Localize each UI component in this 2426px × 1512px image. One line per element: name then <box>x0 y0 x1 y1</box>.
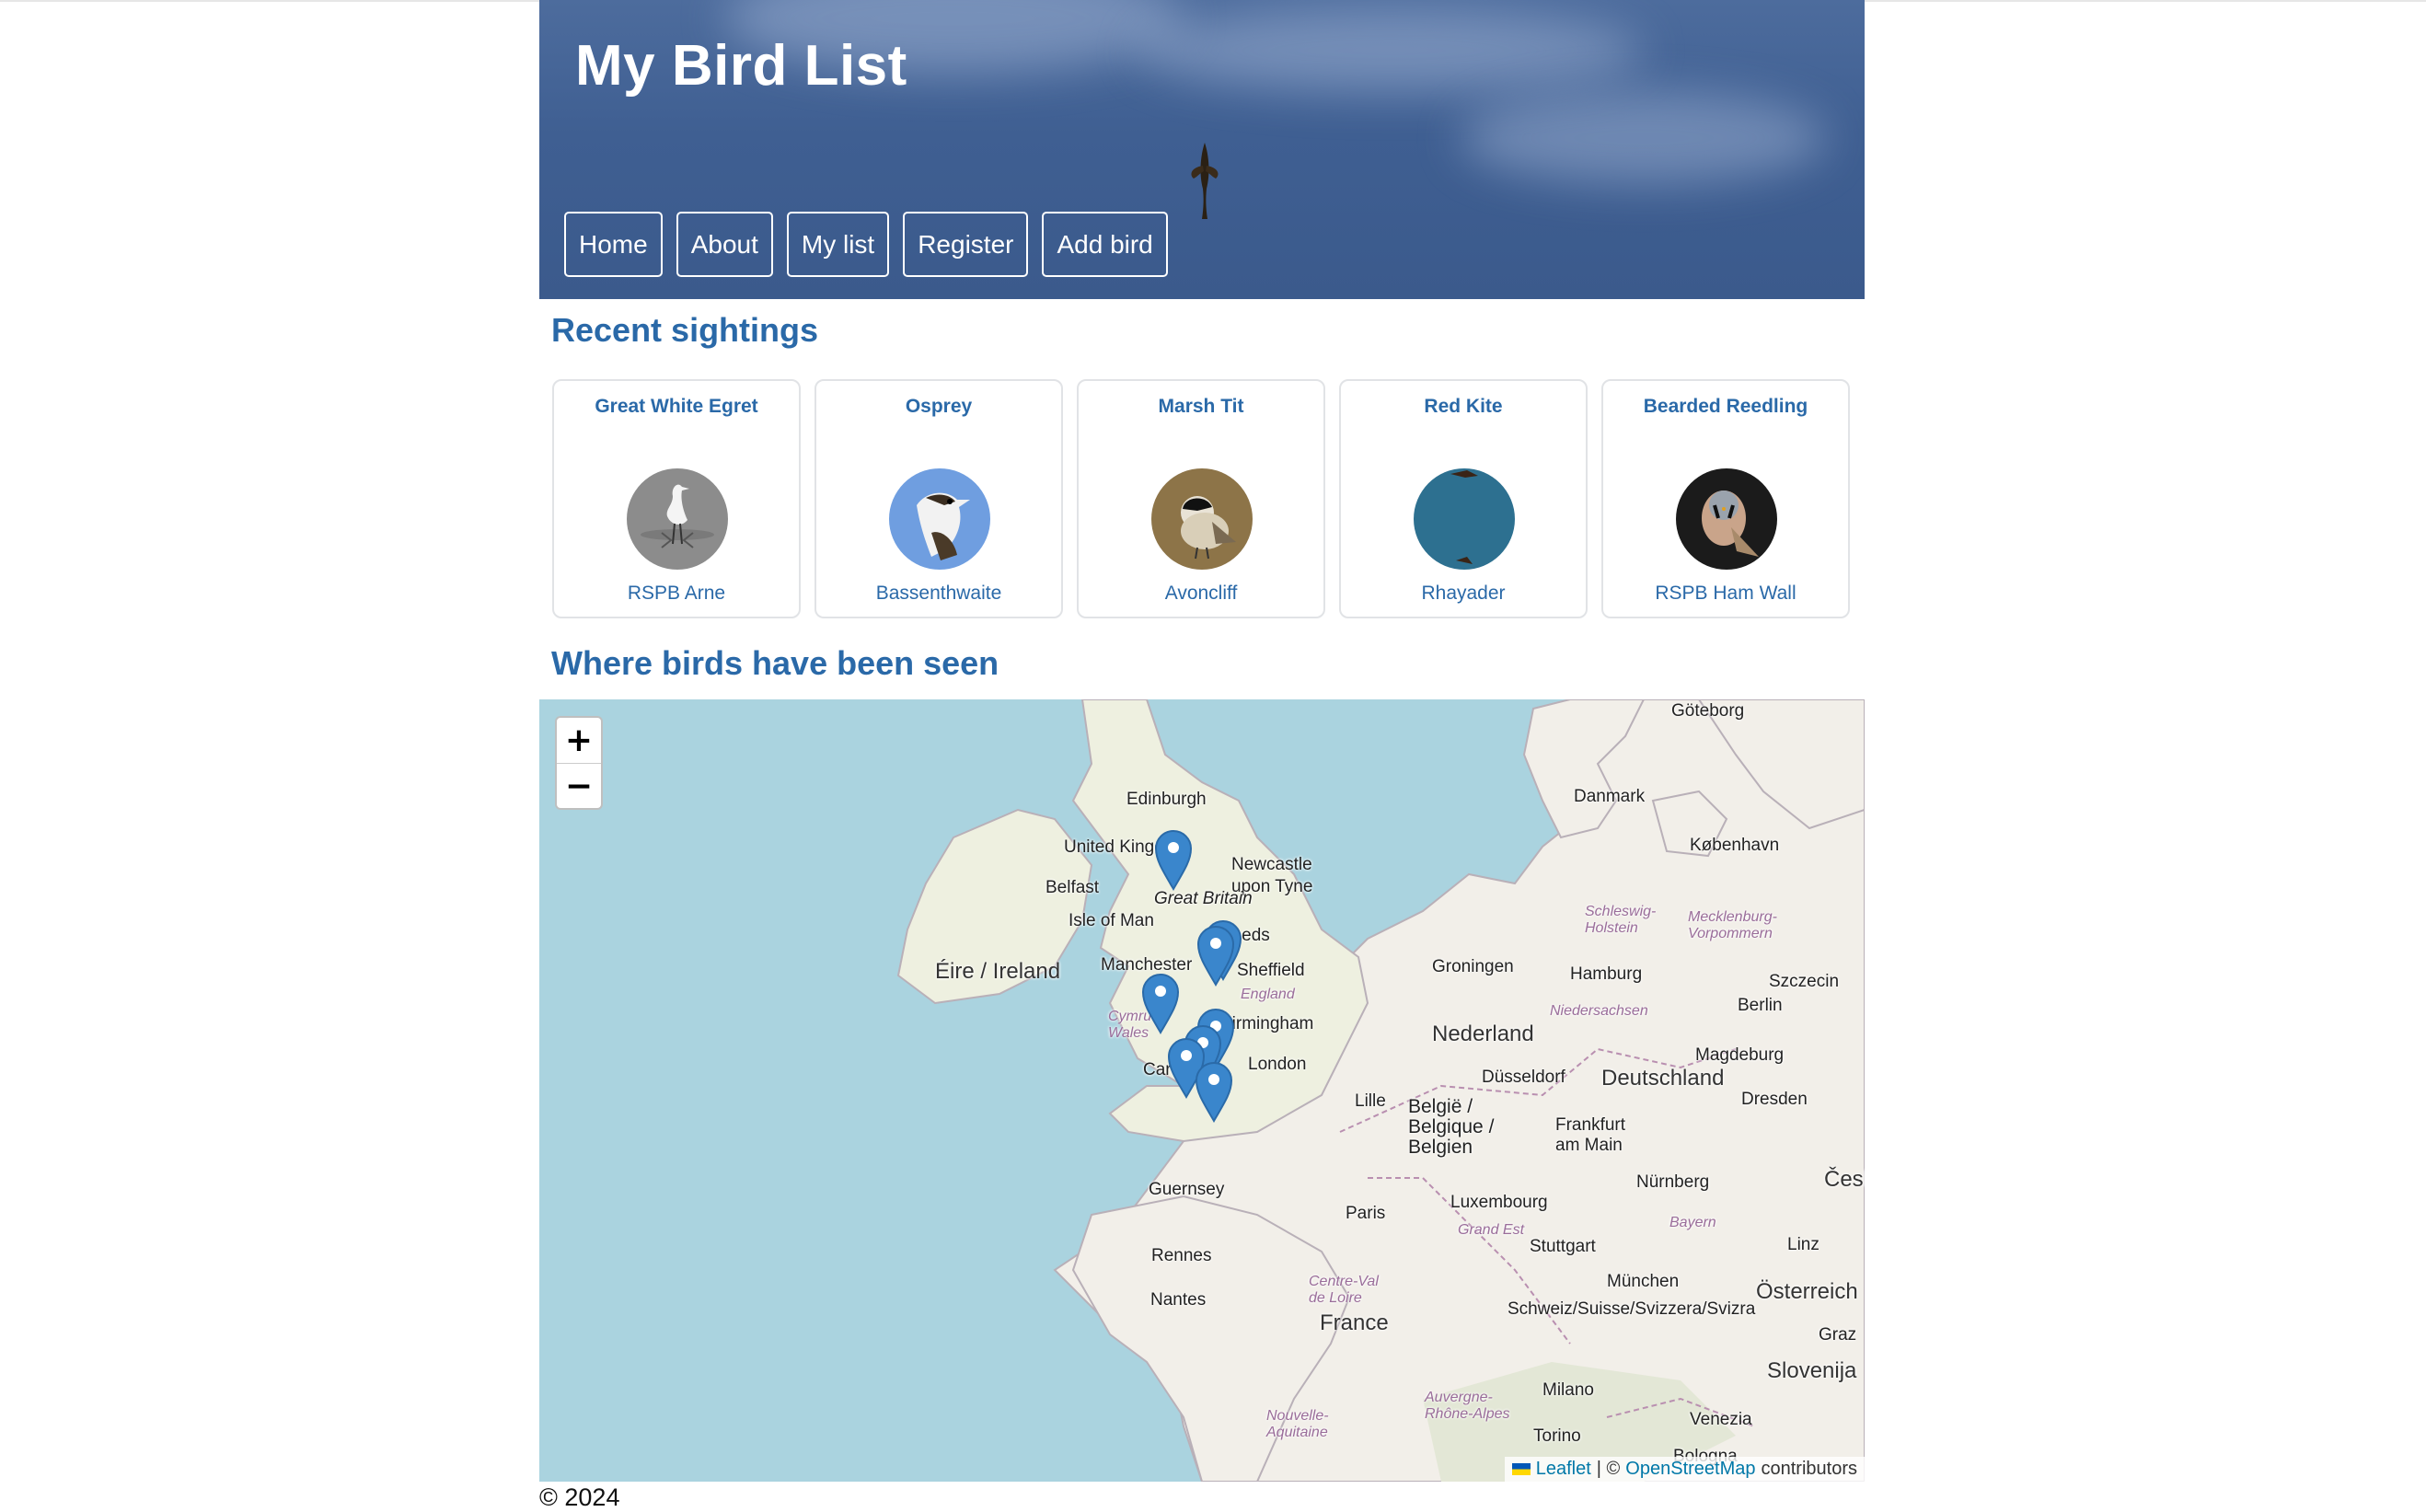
map-label: Česko <box>1824 1167 1865 1192</box>
map-label: Stuttgart <box>1530 1237 1596 1256</box>
zoom-in-button[interactable]: + <box>557 718 601 764</box>
bird-name[interactable]: Osprey <box>816 396 1061 418</box>
bird-name[interactable]: Marsh Tit <box>1079 396 1323 418</box>
sighting-card[interactable]: Red Kite Rhayader <box>1339 379 1588 618</box>
nav-home-button[interactable]: Home <box>564 212 663 277</box>
map-label: Lille <box>1355 1091 1386 1111</box>
sighting-map-marker[interactable] <box>1141 972 1180 1034</box>
sighting-location[interactable]: RSPB Ham Wall <box>1603 583 1848 605</box>
sighting-card[interactable]: Osprey Bassenthwaite <box>814 379 1063 618</box>
bird-name[interactable]: Great White Egret <box>554 396 799 418</box>
sightings-map[interactable]: Göteborg Edinburgh United Kingdom Danmar… <box>539 699 1865 1482</box>
map-label: België / Belgique / Belgien <box>1408 1096 1495 1158</box>
map-label: Düsseldorf <box>1482 1068 1565 1087</box>
map-label: Deutschland <box>1601 1066 1725 1091</box>
leaflet-link[interactable]: Leaflet <box>1536 1459 1591 1480</box>
map-label: Niedersachsen <box>1550 1003 1648 1019</box>
bird-photo <box>889 468 990 570</box>
map-label: Nürnberg <box>1636 1172 1710 1192</box>
map-label: Torino <box>1533 1426 1581 1446</box>
map-label: France <box>1320 1310 1389 1335</box>
bird-name[interactable]: Red Kite <box>1341 396 1586 418</box>
map-label: Éire / Ireland <box>935 959 1061 984</box>
bird-photo <box>627 468 728 570</box>
recent-sightings-heading: Recent sightings <box>551 311 819 349</box>
map-label: Paris <box>1346 1204 1386 1223</box>
map-label: Edinburgh <box>1126 790 1207 809</box>
map-label: Venezia <box>1690 1410 1752 1429</box>
map-label: Schleswig-Holstein <box>1585 904 1657 936</box>
map-label: Szczecin <box>1769 972 1840 991</box>
map-label: Bayern <box>1669 1215 1716 1230</box>
map-attribution: Leaflet | © OpenStreetMap contributors <box>1504 1457 1865 1482</box>
sighting-location[interactable]: RSPB Arne <box>554 583 799 605</box>
map-label: München <box>1607 1272 1680 1291</box>
map-label: Milano <box>1542 1380 1594 1400</box>
sighting-location[interactable]: Avoncliff <box>1079 583 1323 605</box>
map-label: Isle of Man <box>1069 911 1154 930</box>
map-label: Great Britain <box>1154 889 1253 908</box>
cloud-decoration <box>1138 9 1644 92</box>
nav-about-button[interactable]: About <box>676 212 773 277</box>
map-label: Dresden <box>1741 1090 1808 1109</box>
map-label: Frankfurt am Main <box>1555 1115 1626 1155</box>
map-label: Luxembourg <box>1450 1193 1548 1212</box>
zoom-out-button[interactable]: − <box>557 764 601 808</box>
sighting-map-marker[interactable] <box>1195 1060 1233 1123</box>
map-label: Berlin <box>1738 996 1783 1015</box>
map-label: Hamburg <box>1570 964 1643 984</box>
bird-name[interactable]: Bearded Reedling <box>1603 396 1848 418</box>
attribution-contributors: contributors <box>1761 1459 1858 1479</box>
map-label: Grand Est <box>1458 1222 1525 1238</box>
map-label: England <box>1241 987 1295 1002</box>
bird-photo <box>1414 468 1515 570</box>
map-label: Nouvelle-Aquitaine <box>1266 1408 1329 1440</box>
openstreetmap-link[interactable]: OpenStreetMap <box>1625 1459 1755 1480</box>
map-label: Graz <box>1819 1325 1857 1345</box>
sighting-map-marker[interactable] <box>1196 924 1235 987</box>
map-label: Nederland <box>1432 1021 1534 1046</box>
map-label: Groningen <box>1432 957 1514 976</box>
map-label: Slovenija <box>1767 1358 1857 1383</box>
nav-my-list-button[interactable]: My list <box>786 212 890 277</box>
map-label: Auvergne-Rhône-Alpes <box>1425 1390 1510 1422</box>
map-label: Belfast <box>1045 878 1100 897</box>
map-label: Guernsey <box>1149 1180 1225 1199</box>
nav-register-button[interactable]: Register <box>903 212 1029 277</box>
nav-add-bird-button[interactable]: Add bird <box>1042 212 1168 277</box>
map-label: Centre-Val de Loire <box>1309 1274 1379 1306</box>
page: My Bird List Home About My list Register… <box>539 0 1865 1511</box>
sighting-card[interactable]: Marsh Tit Avoncliff <box>1077 379 1325 618</box>
flying-bird-image <box>1191 143 1219 219</box>
cloud-decoration <box>1460 92 1828 184</box>
attribution-separator: | © <box>1596 1459 1621 1479</box>
footer-copyright: © 2024 <box>539 1483 620 1511</box>
sightings-cards: Great White Egret RSPB Arne Osprey Basse… <box>552 379 1850 618</box>
ukraine-flag-icon <box>1511 1463 1531 1475</box>
map-label: København <box>1690 836 1780 855</box>
map-label: Linz <box>1787 1235 1820 1254</box>
map-label: Göteborg <box>1671 701 1745 721</box>
bird-photo <box>1151 468 1253 570</box>
site-header: My Bird List Home About My list Register… <box>539 0 1865 299</box>
map-zoom-control: + − <box>555 716 603 810</box>
map-label: Sheffield <box>1237 961 1305 980</box>
map-label: Nantes <box>1150 1290 1207 1310</box>
map-heading: Where birds have been seen <box>551 644 999 682</box>
sighting-card[interactable]: Great White Egret RSPB Arne <box>552 379 801 618</box>
map-label: London <box>1248 1055 1307 1074</box>
sighting-location[interactable]: Rhayader <box>1341 583 1586 605</box>
map-label: Mecklenburg-Vorpommern <box>1688 909 1777 941</box>
sighting-card[interactable]: Bearded Reedling RSPB Ham Wall <box>1601 379 1850 618</box>
map-label: Schweiz/Suisse/Svizzera/Svizra <box>1508 1299 1755 1320</box>
site-title: My Bird List <box>575 34 907 98</box>
map-label: Magdeburg <box>1695 1045 1785 1065</box>
map-label: Österreich <box>1756 1279 1858 1304</box>
bird-photo <box>1676 468 1777 570</box>
main-nav: Home About My list Register Add bird <box>564 212 1168 277</box>
sighting-location[interactable]: Bassenthwaite <box>816 583 1061 605</box>
sighting-map-marker[interactable] <box>1154 828 1193 891</box>
map-label: Rennes <box>1151 1246 1212 1265</box>
map-label: Danmark <box>1574 787 1646 806</box>
